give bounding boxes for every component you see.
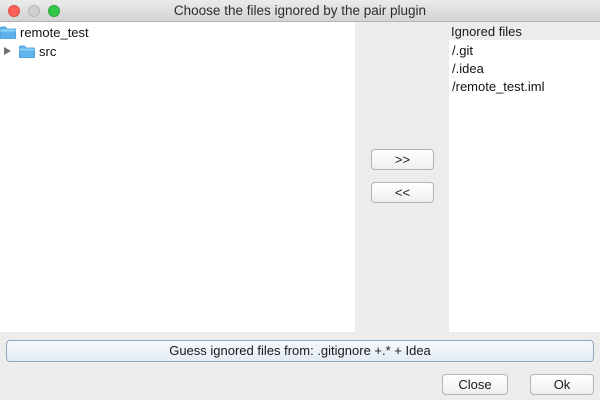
tree-item-root[interactable]: remote_test bbox=[0, 23, 89, 41]
add-to-ignored-button[interactable]: >> bbox=[371, 149, 434, 170]
folder-icon bbox=[19, 45, 35, 58]
expand-arrow-icon[interactable] bbox=[4, 47, 11, 55]
ignored-files-header: Ignored files bbox=[451, 24, 522, 39]
tree-item-label: src bbox=[39, 43, 57, 59]
list-item[interactable]: /remote_test.iml bbox=[449, 78, 600, 96]
guess-ignored-files-button[interactable]: Guess ignored files from: .gitignore +.*… bbox=[6, 340, 594, 362]
remove-from-ignored-button[interactable]: << bbox=[371, 182, 434, 203]
list-item[interactable]: /.git bbox=[449, 42, 600, 60]
list-item[interactable]: /.idea bbox=[449, 60, 600, 78]
tree-item-label: remote_test bbox=[20, 24, 89, 40]
ok-button[interactable]: Ok bbox=[530, 374, 594, 395]
project-tree[interactable]: remote_test src bbox=[0, 22, 355, 332]
dialog-window: Choose the files ignored by the pair plu… bbox=[0, 0, 600, 400]
window-title: Choose the files ignored by the pair plu… bbox=[173, 3, 427, 18]
close-button[interactable]: Close bbox=[442, 374, 508, 395]
tree-item-src[interactable]: src bbox=[4, 42, 56, 60]
folder-icon bbox=[0, 26, 16, 39]
title-bar: Choose the files ignored by the pair plu… bbox=[0, 0, 600, 22]
ignored-files-list[interactable]: /.git /.idea /remote_test.iml bbox=[449, 40, 600, 332]
